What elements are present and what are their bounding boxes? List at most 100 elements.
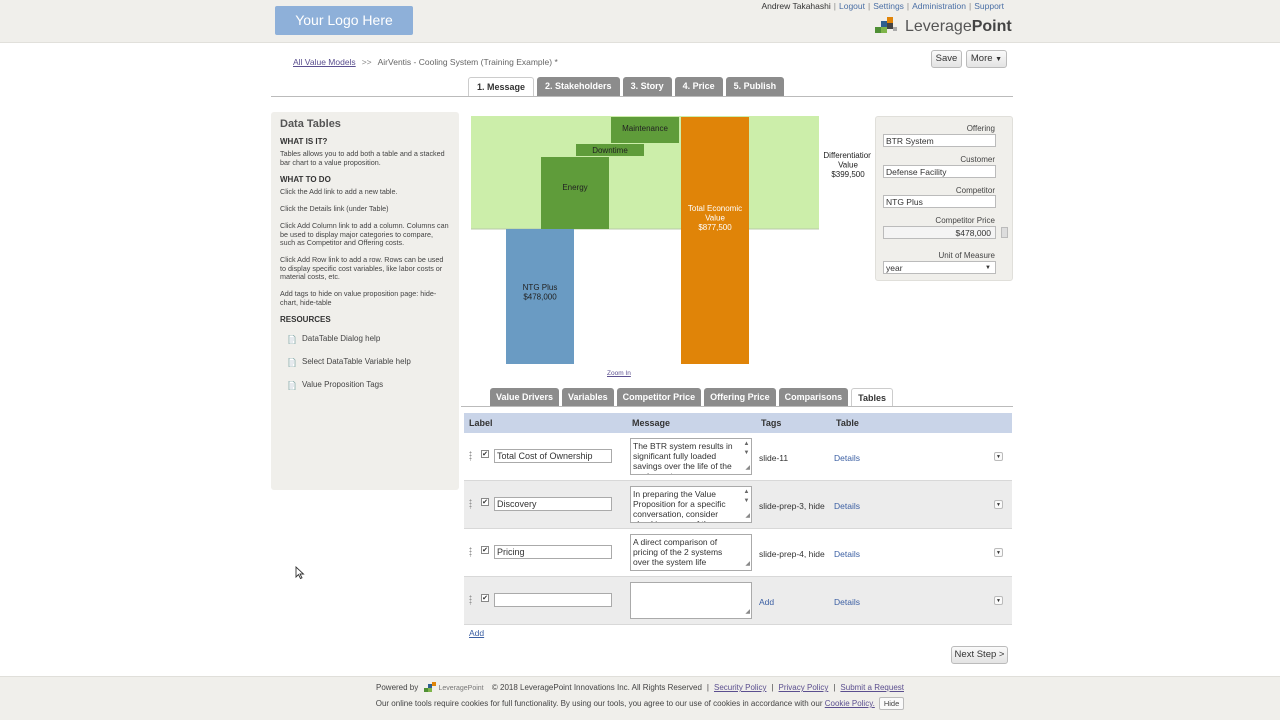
user-links: Andrew Takahashi | Logout | Settings | Adminis… (761, 1, 1004, 11)
calculator-icon[interactable] (1001, 227, 1008, 238)
document-icon (288, 357, 296, 368)
column-header-tags: Tags (761, 418, 782, 428)
cookie-policy-link[interactable]: Cookie Policy. (825, 699, 875, 708)
security-policy-link[interactable]: Security Policy (714, 683, 766, 692)
footer-brand: LeveragePoint (438, 685, 484, 693)
privacy-policy-link[interactable]: Privacy Policy (779, 683, 829, 692)
offering-label: Offering (966, 124, 995, 133)
what-heading: WHAT IS IT? (280, 137, 328, 146)
tab-publish[interactable]: 5. Publish (725, 77, 785, 97)
row-menu-icon[interactable]: ▼ (994, 452, 1003, 461)
row-checkbox[interactable]: ✔ (481, 594, 489, 602)
user-name: Andrew Takahashi (761, 1, 831, 11)
resize-grip-icon[interactable]: ◢ (745, 511, 750, 521)
next-step-button[interactable]: Next Step > (951, 646, 1008, 664)
tab-message[interactable]: 1. Message (468, 77, 535, 97)
tab-story[interactable]: 3. Story (622, 77, 672, 97)
leveragepoint-logo: LeveragePoint (875, 17, 1012, 37)
company-logo[interactable]: Your Logo Here (275, 6, 413, 35)
row-checkbox[interactable]: ✔ (481, 546, 489, 554)
subtabs-divider (461, 406, 1013, 407)
table-row: ✔ Total Cost of Ownership The BTR system… (464, 433, 1012, 481)
caret-down-icon: ▼ (995, 56, 1003, 63)
resize-grip-icon[interactable]: ◢ (745, 559, 750, 569)
bar-energy (541, 157, 609, 229)
details-link[interactable]: Details (834, 501, 860, 511)
drag-handle-icon[interactable] (469, 547, 472, 557)
document-icon (288, 334, 296, 345)
tab-price[interactable]: 4. Price (674, 77, 723, 97)
competitor-label: Competitor (955, 186, 995, 195)
sub-tabs: Value Drivers Variables Competitor Price… (490, 388, 893, 407)
bar-competitor-label: NTG Plus $478,000 (523, 283, 558, 302)
resize-grip-icon[interactable]: ◢ (745, 607, 750, 617)
tab-comparisons[interactable]: Comparisons (778, 388, 849, 407)
row-message-textarea[interactable]: ◢ (630, 582, 752, 619)
row-message-textarea[interactable]: In preparing the Value Proposition for a… (630, 486, 752, 523)
waterfall-chart: NTG Plus $478,000 Energy Downtime Maintenanc… (471, 116, 871, 386)
customer-field[interactable]: Defense Facility (883, 165, 996, 178)
leveragepoint-mark-icon (875, 17, 905, 37)
tables-grid: Label Message Tags Table ✔ Total Cost of… (464, 413, 1012, 625)
tab-tables[interactable]: Tables (851, 388, 893, 407)
footer: Powered by LeveragePoint © 2018 Leverage… (0, 676, 1280, 720)
add-tags-link[interactable]: Add (759, 597, 774, 607)
details-link[interactable]: Details (834, 549, 860, 559)
tab-stakeholders[interactable]: 2. Stakeholders (537, 77, 620, 97)
resize-grip-icon[interactable]: ◢ (745, 463, 750, 473)
help-title: Data Tables (280, 118, 341, 130)
tab-variables[interactable]: Variables (562, 388, 614, 407)
row-label-input[interactable]: Pricing (494, 545, 612, 559)
mouse-cursor-icon (295, 566, 305, 580)
support-link[interactable]: Support (974, 1, 1004, 11)
drag-handle-icon[interactable] (469, 451, 472, 461)
resource-link[interactable]: Select DataTable Variable help (288, 357, 450, 368)
settings-link[interactable]: Settings (873, 1, 904, 11)
drag-handle-icon[interactable] (469, 595, 472, 605)
what-text: Tables allows you to add both a table an… (280, 149, 445, 167)
row-menu-icon[interactable]: ▼ (994, 548, 1003, 557)
tab-competitor-price[interactable]: Competitor Price (616, 388, 702, 407)
drag-handle-icon[interactable] (469, 499, 472, 509)
resource-link[interactable]: Value Proposition Tags (288, 380, 450, 391)
brand-text: LeveragePoint (905, 18, 1012, 35)
unit-label: Unit of Measure (938, 251, 995, 260)
breadcrumb-current: AirVentis - Cooling System (Training Exa… (377, 57, 558, 67)
row-checkbox[interactable]: ✔ (481, 450, 489, 458)
submit-request-link[interactable]: Submit a Request (840, 683, 904, 692)
resources-heading: RESOURCES (280, 315, 331, 325)
logout-link[interactable]: Logout (839, 1, 865, 11)
row-menu-icon[interactable]: ▼ (994, 596, 1003, 605)
todo-step: Click Add Column link to add a column. C… (280, 220, 449, 248)
offering-field[interactable]: BTR System (883, 134, 996, 147)
details-link[interactable]: Details (834, 453, 860, 463)
row-message-textarea[interactable]: The BTR system results in significant fu… (630, 438, 752, 475)
details-link[interactable]: Details (834, 597, 860, 607)
row-checkbox[interactable]: ✔ (481, 498, 489, 506)
offering-panel: Offering BTR System Customer Defense Fac… (875, 116, 1013, 281)
breadcrumb-root-link[interactable]: All Value Models (293, 57, 356, 67)
waterfall-svg: NTG Plus $478,000 Energy Downtime Maintenanc… (471, 116, 871, 364)
add-table-link[interactable]: Add (469, 628, 484, 638)
row-label-input[interactable] (494, 593, 612, 607)
administration-link[interactable]: Administration (912, 1, 966, 11)
tabs-divider (271, 96, 1013, 97)
competitor-field[interactable]: NTG Plus (883, 195, 996, 208)
bar-total-economic-value (681, 117, 749, 364)
step-tabs: 1. Message 2. Stakeholders 3. Story 4. P… (468, 77, 785, 97)
hide-button[interactable]: Hide (878, 697, 905, 710)
unit-select[interactable]: year ▼ (883, 261, 996, 274)
resource-link[interactable]: DataTable Dialog help (288, 334, 450, 345)
row-label-input[interactable]: Discovery (494, 497, 612, 511)
row-menu-icon[interactable]: ▼ (994, 500, 1003, 509)
column-header-label: Label (469, 418, 493, 428)
more-button[interactable]: More ▼ (966, 50, 1007, 68)
row-label-input[interactable]: Total Cost of Ownership (494, 449, 612, 463)
tab-offering-price[interactable]: Offering Price (704, 388, 776, 407)
zoom-in-link[interactable]: Zoom In (607, 370, 631, 377)
row-message-textarea[interactable]: A direct comparison of pricing of the 2 … (630, 534, 752, 571)
tab-value-drivers[interactable]: Value Drivers (490, 388, 560, 407)
row-tags: slide-prep-3, hide (759, 501, 825, 511)
copyright-text: © 2018 LeveragePoint Innovations Inc. Al… (491, 683, 702, 693)
save-button[interactable]: Save (931, 50, 962, 68)
